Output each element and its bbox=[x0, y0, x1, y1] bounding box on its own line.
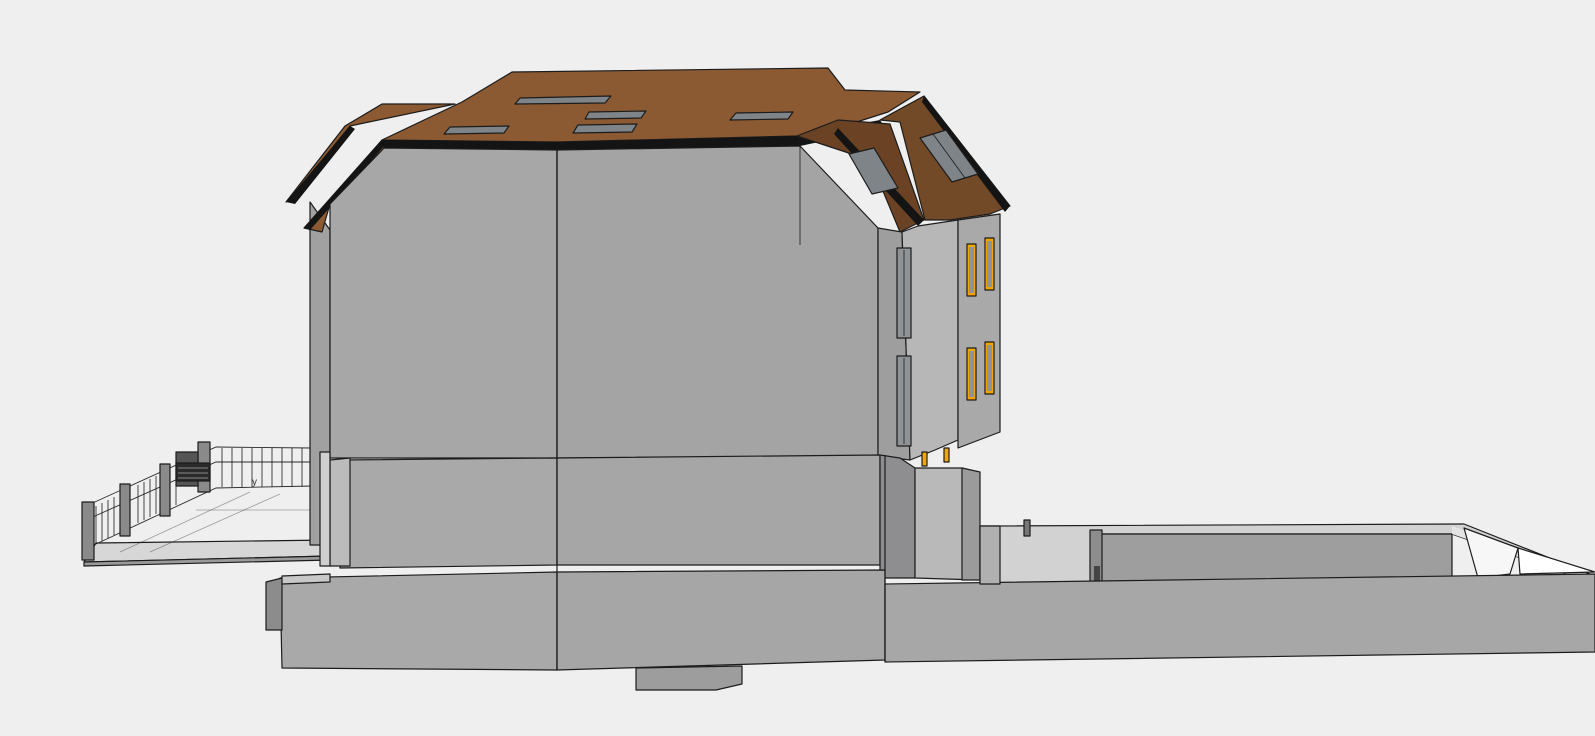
wall-left-upper bbox=[329, 147, 558, 459]
skylight bbox=[729, 111, 794, 121]
podium-left bbox=[279, 571, 558, 671]
wall-left-middle bbox=[339, 457, 558, 569]
podium bbox=[265, 569, 886, 691]
skylight bbox=[514, 95, 612, 105]
left-terrace bbox=[81, 441, 331, 567]
window-lit bbox=[921, 451, 928, 467]
skylight bbox=[572, 123, 638, 134]
skylight bbox=[443, 125, 510, 135]
building-model-canvas[interactable] bbox=[0, 0, 1595, 736]
podium-right bbox=[556, 569, 886, 671]
skylight bbox=[584, 110, 647, 120]
3d-model-viewport[interactable]: y bbox=[0, 0, 1595, 736]
wall-right-middle bbox=[556, 454, 881, 566]
axis-label: y bbox=[252, 477, 257, 488]
podium-stub bbox=[265, 577, 283, 631]
enclosure-post bbox=[1023, 519, 1031, 537]
podium-foot bbox=[635, 665, 743, 691]
wall-right-upper bbox=[556, 145, 879, 459]
left-pillar bbox=[329, 457, 351, 567]
window-lit bbox=[943, 447, 950, 463]
right-enclosure bbox=[884, 519, 1595, 663]
enclosure-front-wall bbox=[884, 573, 1595, 663]
